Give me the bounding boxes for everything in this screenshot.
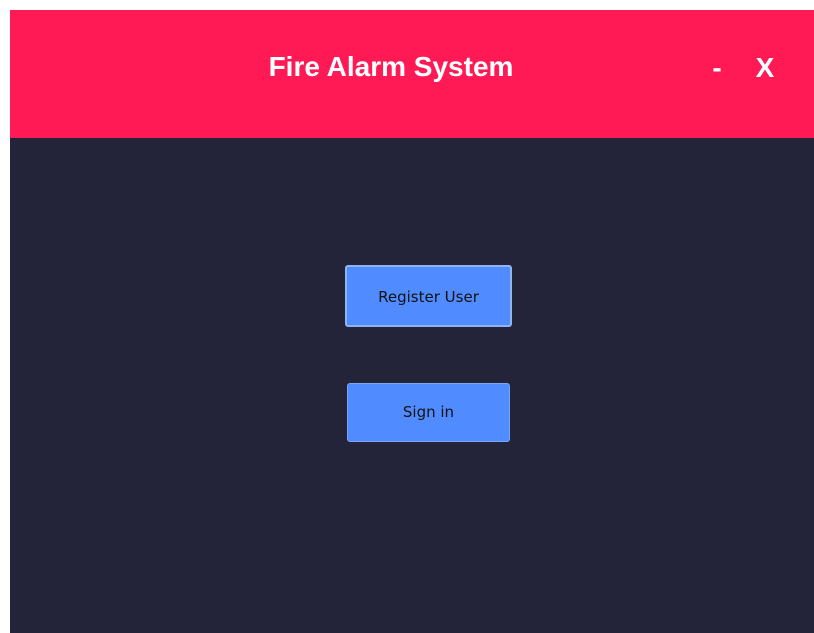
register-user-button[interactable]: Register User (345, 265, 512, 327)
title-bar: Fire Alarm System - X (10, 10, 814, 138)
window-title: Fire Alarm System (268, 51, 514, 82)
app-window: Fire Alarm System - X Register User Sign… (10, 10, 814, 633)
minimize-button[interactable]: - (702, 48, 732, 88)
close-button[interactable]: X (749, 48, 781, 88)
sign-in-button[interactable]: Sign in (347, 383, 510, 442)
